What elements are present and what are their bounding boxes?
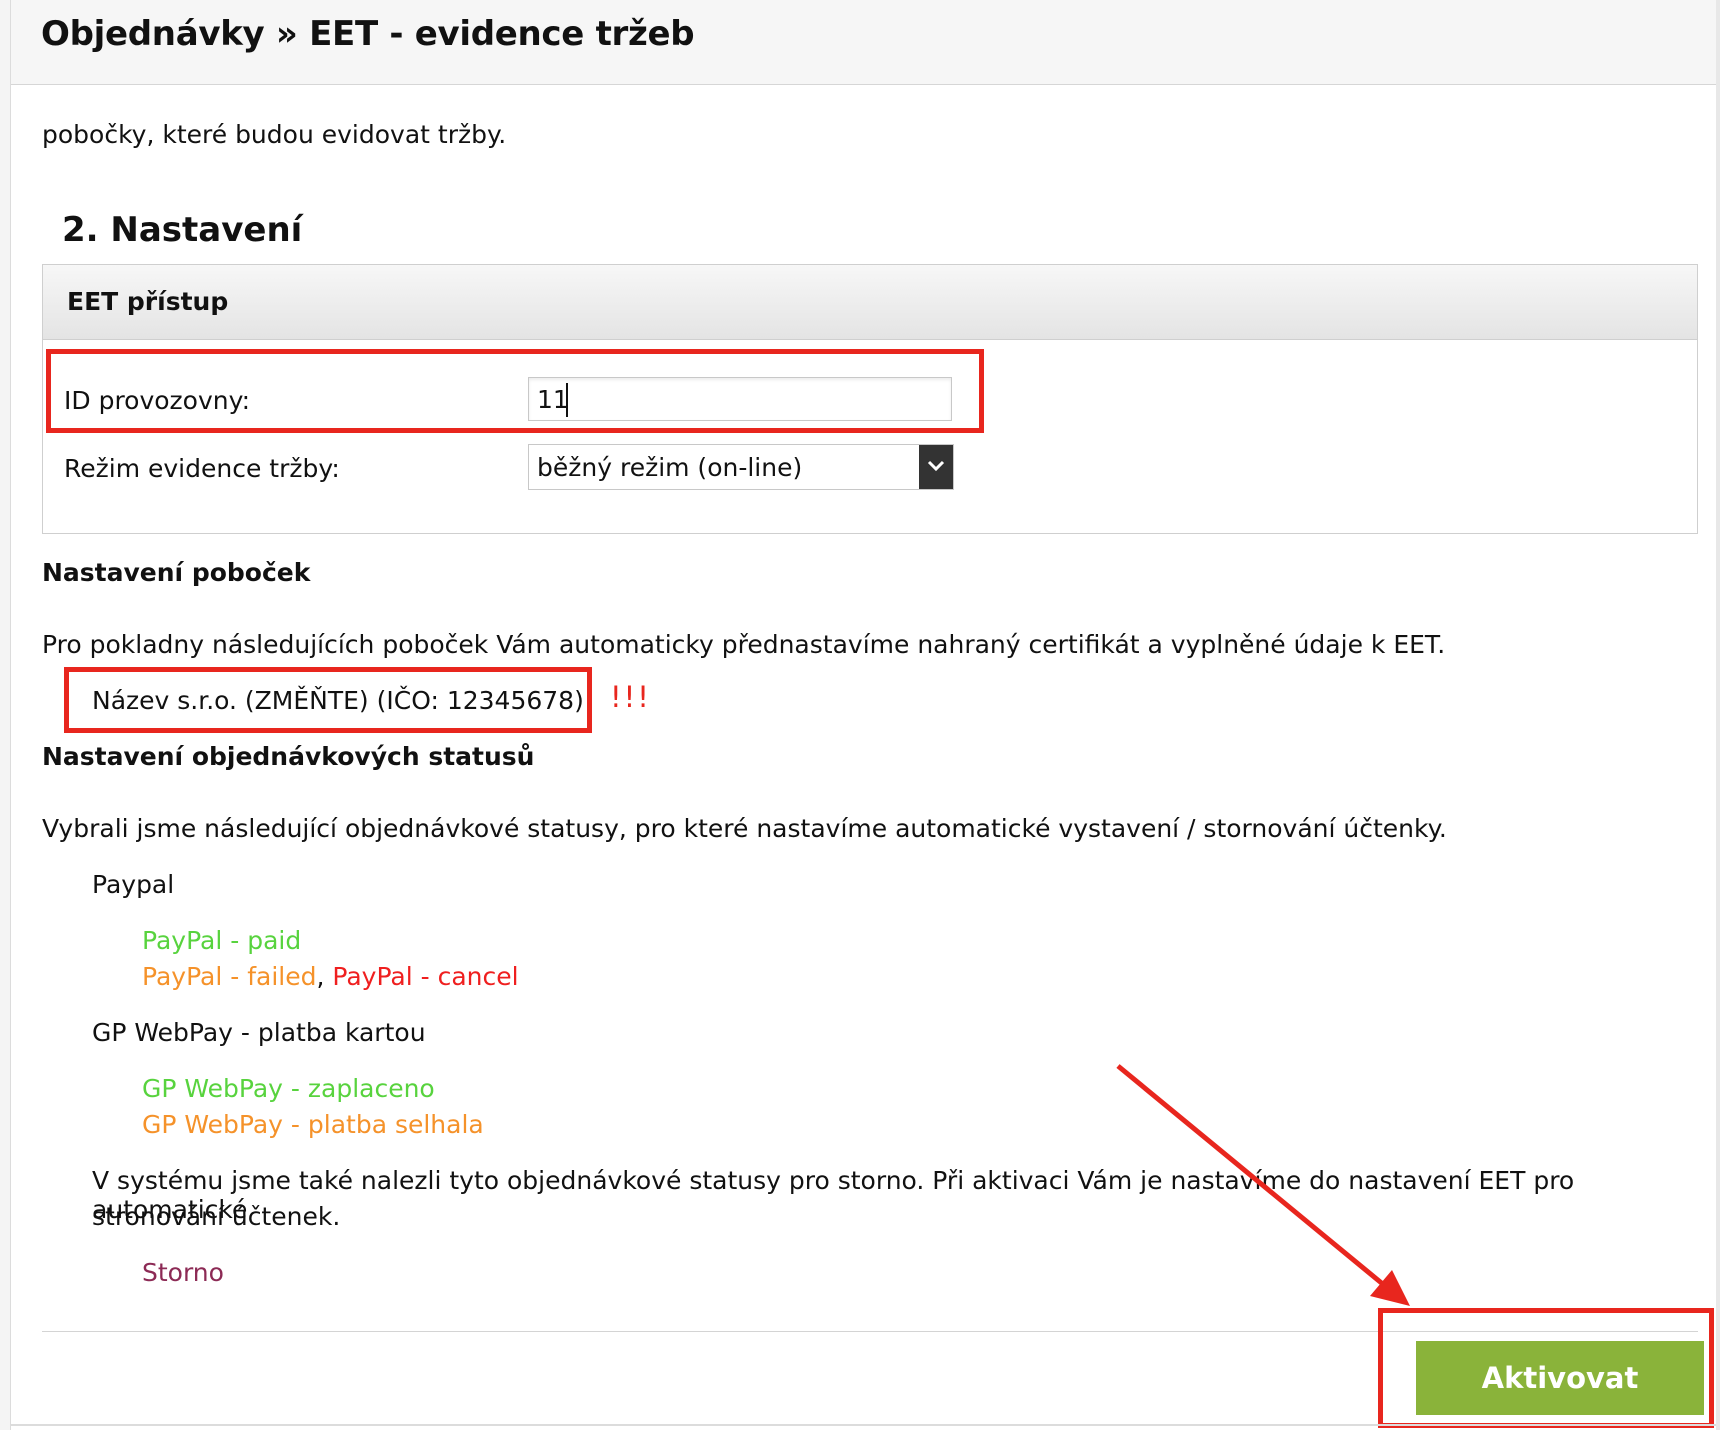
bottom-border xyxy=(11,1424,1716,1426)
annotation-arrow xyxy=(1116,1064,1410,1306)
